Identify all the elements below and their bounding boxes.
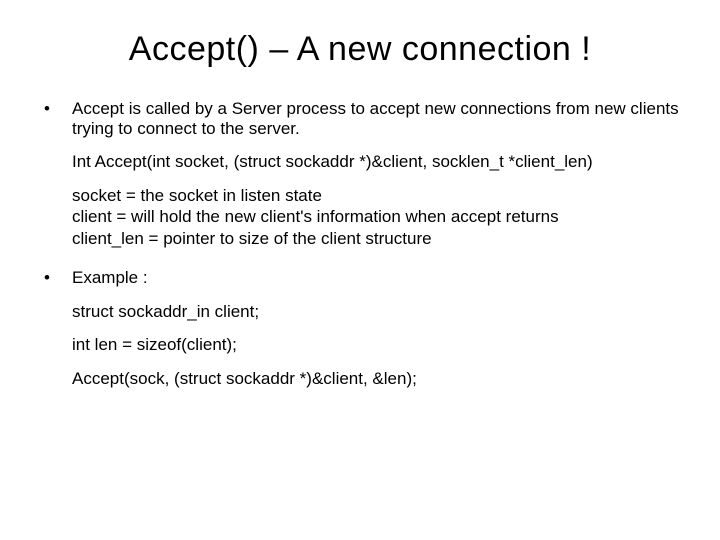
example-struct-decl: struct sockaddr_in client; [72,302,680,322]
slide: Accept() – A new connection ! • Accept i… [0,0,720,540]
bullet-item-1: • Accept is called by a Server process t… [40,99,680,138]
bullet-1-intro: Accept is called by a Server process to … [72,99,680,138]
example-line-3: Accept(sock, (struct sockaddr *)&client,… [72,369,680,389]
example-accept-call: Accept(sock, (struct sockaddr *)&client,… [72,369,680,389]
slide-title: Accept() – A new connection ! [40,30,680,69]
bullet-1-signature: Int Accept(int socket, (struct sockaddr … [72,152,680,172]
bullet-1-params: socket = the socket in listen state clie… [72,186,680,249]
param-client: client = will hold the new client's info… [72,207,680,227]
slide-body: • Accept is called by a Server process t… [40,99,680,388]
example-line-1: struct sockaddr_in client; [72,302,680,322]
example-len-decl: int len = sizeof(client); [72,335,680,355]
bullet-mark: • [40,268,72,288]
example-line-2: int len = sizeof(client); [72,335,680,355]
bullet-2-label: Example : [72,268,680,288]
param-client-len: client_len = pointer to size of the clie… [72,229,680,249]
bullet-mark: • [40,99,72,138]
bullet-item-2: • Example : [40,268,680,288]
param-socket: socket = the socket in listen state [72,186,680,206]
signature-text: Int Accept(int socket, (struct sockaddr … [72,152,680,172]
